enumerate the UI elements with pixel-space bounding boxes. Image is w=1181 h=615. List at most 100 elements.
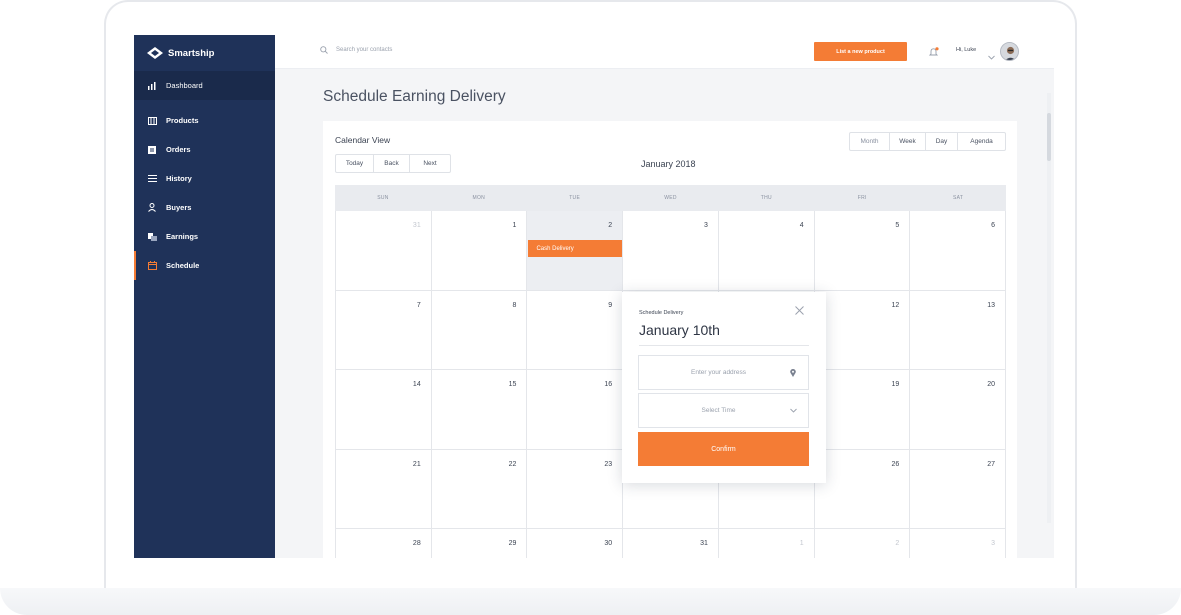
chevron-down-icon[interactable] [988, 47, 995, 65]
sidebar-item-label: Schedule [166, 261, 200, 270]
confirm-button[interactable]: Confirm [638, 432, 809, 466]
calendar-day[interactable]: 8 [430, 290, 527, 369]
calendar-day[interactable]: 16 [526, 370, 622, 449]
day-number: 3 [991, 540, 996, 547]
bar-chart-icon [147, 81, 157, 91]
avatar[interactable] [1000, 42, 1019, 61]
popup-title: January 10th [639, 322, 720, 338]
view-day-button[interactable]: Day [926, 133, 958, 150]
notification-bell-icon[interactable] [928, 45, 939, 63]
calendar-week: 28 29 30 31 1 2 3 [335, 529, 1007, 558]
close-icon[interactable] [795, 302, 804, 320]
scrollbar-thumb[interactable] [1047, 113, 1051, 161]
sidebar-item-orders[interactable]: Orders [134, 135, 275, 164]
sidebar-item-products[interactable]: Products [134, 106, 275, 135]
sidebar-item-buyers[interactable]: Buyers [134, 193, 275, 222]
schedule-delivery-popup: Schedule Delivery January 10th Enter you… [622, 292, 826, 483]
sidebar-item-label: History [166, 174, 192, 183]
chevron-down-icon [778, 408, 808, 413]
calendar-week: 31 1 2 Cash Delivery 3 4 5 6 [335, 211, 1007, 291]
scrollbar[interactable] [1047, 93, 1051, 523]
address-field[interactable]: Enter your address [638, 355, 809, 390]
day-number: 31 [700, 540, 708, 547]
calendar-day[interactable]: 2 Cash Delivery [526, 211, 623, 290]
calendar-day[interactable]: 15 [430, 370, 527, 449]
today-button[interactable]: Today [336, 155, 374, 172]
day-number: 2 [895, 540, 900, 547]
sidebar-item-history[interactable]: History [134, 164, 275, 193]
day-number: 1 [512, 222, 517, 229]
day-number: 12 [891, 301, 900, 309]
calendar-day[interactable]: 21 [335, 449, 431, 528]
calendar-day[interactable]: 26 [813, 449, 910, 528]
sidebar-item-schedule[interactable]: Schedule [134, 251, 275, 280]
calendar-day[interactable]: 12 [813, 290, 910, 369]
weekday-header: SUN MON TUE WED THU FRI SAT [335, 185, 1006, 211]
topbar: Search your contacts List a new product … [275, 35, 1054, 69]
sidebar-item-label: Earnings [166, 232, 199, 241]
day-number: 23 [604, 460, 613, 468]
view-agenda-button[interactable]: Agenda [958, 133, 1005, 150]
search-input[interactable]: Search your contacts [336, 47, 392, 53]
calendar-day[interactable]: 31 [622, 529, 718, 558]
page-title: Schedule Earning Delivery [323, 88, 506, 105]
calendar-day[interactable]: 28 [335, 529, 431, 558]
calendar-day[interactable]: 20 [909, 370, 1007, 449]
user-greeting[interactable]: Hi, Luke [956, 47, 976, 53]
weekday-label: MON [472, 195, 486, 201]
day-number: 4 [799, 222, 804, 229]
day-number: 19 [891, 381, 900, 388]
calendar-day[interactable]: 22 [430, 449, 527, 528]
calendar-day[interactable]: 2 [813, 529, 910, 558]
calendar-day[interactable]: 1 [430, 211, 527, 290]
calendar-day[interactable]: 4 [717, 211, 814, 290]
brand[interactable]: Smartship [134, 35, 275, 71]
calendar-day[interactable]: 23 [526, 449, 622, 528]
search-icon [320, 46, 328, 54]
calendar-day[interactable]: 30 [526, 529, 622, 558]
event-cash-delivery[interactable]: Cash Delivery [528, 240, 623, 257]
calendar-day[interactable]: 6 [909, 211, 1007, 290]
calendar-day[interactable]: 31 [335, 211, 431, 290]
search-box[interactable]: Search your contacts [320, 46, 392, 54]
sidebar-item-label: Orders [166, 145, 191, 154]
day-number: 26 [891, 460, 900, 468]
day-number: 28 [412, 540, 421, 547]
sidebar-item-earnings[interactable]: Earnings [134, 222, 275, 251]
view-switcher: Month Week Day Agenda [849, 132, 1006, 151]
day-number: 29 [508, 540, 517, 547]
back-button[interactable]: Back [374, 155, 410, 172]
view-week-button[interactable]: Week [890, 133, 926, 150]
calendar-day[interactable]: 29 [430, 529, 527, 558]
sidebar-item-label: Buyers [166, 203, 192, 212]
address-input[interactable]: Enter your address [639, 369, 778, 376]
day-number: 15 [508, 381, 517, 388]
earnings-icon [147, 232, 157, 242]
calendar-day[interactable]: 5 [813, 211, 910, 290]
calendar-day[interactable]: 19 [813, 370, 910, 449]
sidebar: Smartship Dashboard Products Orders Hist… [134, 35, 275, 558]
calendar-day[interactable]: 27 [909, 449, 1007, 528]
weekday-label: FRI [857, 195, 867, 201]
calendar-day[interactable]: 3 [909, 529, 1007, 558]
sidebar-item-dashboard[interactable]: Dashboard [134, 71, 275, 100]
day-number: 13 [987, 301, 996, 309]
time-select[interactable]: Select Time [638, 393, 809, 428]
next-button[interactable]: Next [410, 155, 450, 172]
calendar-day[interactable]: 1 [717, 529, 814, 558]
day-number: 1 [799, 540, 804, 547]
calendar-day[interactable]: 3 [622, 211, 718, 290]
day-number: 22 [508, 460, 517, 468]
products-icon [147, 116, 157, 126]
calendar-day[interactable]: 9 [526, 290, 622, 369]
day-number: 30 [604, 540, 613, 547]
list-new-product-button[interactable]: List a new product [814, 42, 907, 61]
calendar-day[interactable]: 14 [335, 370, 431, 449]
app-screen: Smartship Dashboard Products Orders Hist… [134, 35, 1054, 558]
calendar-day[interactable]: 13 [909, 290, 1007, 369]
weekday-label: WED [664, 195, 677, 201]
calendar-day[interactable]: 7 [335, 290, 431, 369]
view-month-button[interactable]: Month [850, 133, 890, 150]
day-number: 20 [987, 381, 996, 388]
weekday-label: SAT [952, 195, 964, 201]
